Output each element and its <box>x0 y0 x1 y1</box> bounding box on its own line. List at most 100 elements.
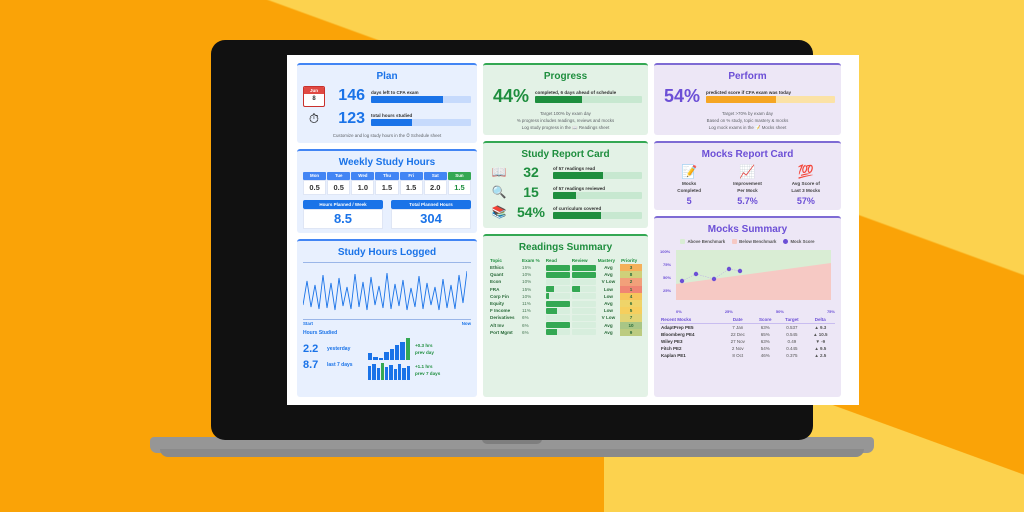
laptop-screen: Plan Jun 8 146 days left to CFA exam ⏱ 1… <box>287 55 859 405</box>
hours-wed[interactable]: 1.0 <box>351 180 375 195</box>
cell-mastery: Avg <box>604 272 613 278</box>
hours-sat[interactable]: 2.0 <box>423 180 447 195</box>
table-row: Corp Fin 10% Low 4 <box>489 292 642 300</box>
col-recent-mocks: Recent Mocks <box>660 316 724 324</box>
progress-footer-line-2: % progress includes readings, reviews an… <box>516 118 615 123</box>
cell-mock-date: 22 Dec <box>730 332 745 337</box>
cell-review <box>571 300 597 307</box>
curriculum-covered-bar <box>553 211 642 219</box>
hours-tue[interactable]: 0.5 <box>327 180 351 195</box>
logged-axis-start: Start <box>303 321 314 326</box>
cell-mock-score: 54% <box>760 346 770 351</box>
cell-review <box>571 264 597 271</box>
cell-priority: 8 <box>620 271 642 279</box>
table-row: Alt Inv 6% Avg 10 <box>489 321 642 329</box>
chart-increasing-icon: 📈 <box>739 164 756 179</box>
x-tick-75: 75% <box>826 309 835 314</box>
laptop-base-shadow <box>160 449 864 457</box>
cell-topic: Econ <box>490 279 502 285</box>
weekly-kpis: Hours Planned / Week 8.5 Total Planned H… <box>303 200 471 229</box>
cell-mock-name: Bloomberg PE4 <box>661 332 695 337</box>
svg-text:100%: 100% <box>660 249 671 254</box>
cell-mock-score: 63% <box>760 339 770 344</box>
plan-title: Plan <box>376 71 398 82</box>
mocks-completed-value: 5 <box>686 196 692 206</box>
readings-reviewed-bar <box>553 191 642 199</box>
mocks-report-card: Mocks Report Card 📝 Mocks Completed 5 📈 I… <box>654 141 841 210</box>
cell-read <box>545 278 571 285</box>
progress-main-row: 44% completed, 6 days ahead of schedule <box>489 86 642 107</box>
avg-score-value: 57% <box>796 196 815 206</box>
cell-read <box>545 300 571 307</box>
kpi-hours-planned-label: Hours Planned / Week <box>303 200 383 209</box>
cell-mastery: Avg <box>604 322 613 328</box>
cell-mock-name: Kaplan PE1 <box>661 353 686 358</box>
progress-bar-group: completed, 6 days ahead of schedule <box>535 90 642 103</box>
perform-card: Perform 54% predicted score if CFA exam … <box>654 63 841 135</box>
cell-priority: 7 <box>620 314 642 322</box>
cell-topic: Ethics <box>490 265 504 271</box>
cell-exam-pct: 10% <box>522 293 532 299</box>
hours-mon[interactable]: 0.5 <box>303 180 327 195</box>
cell-topic: FRA <box>490 286 500 292</box>
mocks-scatter-chart: 100% 75% 50% 25% <box>660 246 835 308</box>
readings-read-bar <box>553 171 642 179</box>
readings-reviewed-value: 15 <box>523 184 539 200</box>
table-row: Port Mgmt 6% Avg 9 <box>489 328 642 336</box>
table-row: Ethics 15% Avg 3 <box>489 264 642 272</box>
cell-mock-delta: ▲ 2.5 <box>814 353 827 358</box>
cell-read <box>545 329 571 336</box>
dashboard-column-middle: Progress 44% completed, 6 days ahead of … <box>483 63 648 397</box>
cell-topic: Derivatives <box>490 315 515 321</box>
dashboard-column-left: Plan Jun 8 146 days left to CFA exam ⏱ 1… <box>297 63 477 397</box>
mocks-report-title: Mocks Report Card <box>701 149 794 160</box>
svg-text:25%: 25% <box>663 288 671 293</box>
hours-studied-value: 123 <box>338 110 365 127</box>
cell-topic: Corp Fin <box>490 293 509 299</box>
progress-bar <box>535 96 642 103</box>
table-row: Econ 10% V Low 2 <box>489 278 642 286</box>
cell-mastery: V Low <box>601 279 616 285</box>
cell-review <box>571 286 597 293</box>
hours-studied-section-label: Hours Studied <box>303 330 338 336</box>
curriculum-covered-label: of curriculum covered <box>553 205 602 211</box>
kpi-hours-planned-value: 8.5 <box>303 209 383 229</box>
cell-priority: 9 <box>620 328 642 336</box>
progress-card: Progress 44% completed, 6 days ahead of … <box>483 63 648 135</box>
cell-mock-name: Wiley PE3 <box>661 339 683 344</box>
dashboard-column-right: Perform 54% predicted score if CFA exam … <box>654 63 841 397</box>
book-icon: 📖 <box>491 165 507 179</box>
hours-studied-bar <box>371 118 471 126</box>
progress-title: Progress <box>543 71 588 82</box>
cell-mock-delta: ▲ 9.5 <box>814 346 827 351</box>
readings-summary-table: Topic Exam % Read Review Mastery Priorit… <box>489 257 642 336</box>
mocks-report-items: 📝 Mocks Completed 5 📈 Improvement Per Mock… <box>660 164 835 206</box>
cell-topic: F Income <box>490 308 511 314</box>
laptop-lid: Plan Jun 8 146 days left to CFA exam ⏱ 1… <box>211 40 859 440</box>
mocks-summary-title: Mocks Summary <box>707 224 788 235</box>
cell-mock-date: 27 Nov <box>730 339 745 344</box>
cell-exam-pct: 6% <box>522 329 529 335</box>
cell-exam-pct: 10% <box>522 279 532 285</box>
hours-fri[interactable]: 1.5 <box>399 180 423 195</box>
cell-review <box>571 271 597 278</box>
plan-card: Plan Jun 8 146 days left to CFA exam ⏱ 1… <box>297 63 477 143</box>
weekday-thu: Thu <box>375 172 399 180</box>
hours-sun[interactable]: 1.5 <box>447 180 471 195</box>
table-row: AdaptPrep PE5 7 Jan 63% 0.537 ▲ 9.3 <box>660 324 835 332</box>
hours-thu[interactable]: 1.5 <box>375 180 399 195</box>
study-report-card: Study Report Card 📖 32 of 57 readings re… <box>483 141 648 228</box>
col-topic: Topic <box>490 258 502 263</box>
cell-exam-pct: 15% <box>522 286 532 292</box>
kpi-total-planned-hours: Total Planned Hours 304 <box>391 200 471 229</box>
delta-yesterday: +0.3 hrs prev day <box>415 342 471 356</box>
table-row: Wiley PE3 27 Nov 63% 0.49 ▼ -9 <box>660 338 835 345</box>
table-row: Kaplan PE1 8 Oct 46% 0.375 ▲ 2.5 <box>660 352 835 359</box>
plan-row-days-left: Jun 8 146 days left to CFA exam <box>303 85 471 107</box>
table-row: Quant 10% Avg 8 <box>489 271 642 279</box>
logged-title: Study Hours Logged <box>337 247 437 258</box>
hours-studied-bar-group: total hours studied <box>371 113 471 126</box>
cell-mock-target: 0.445 <box>786 346 798 351</box>
cell-review <box>571 278 597 285</box>
perform-footer: Target >70% by exam day Based on % study… <box>660 110 835 131</box>
